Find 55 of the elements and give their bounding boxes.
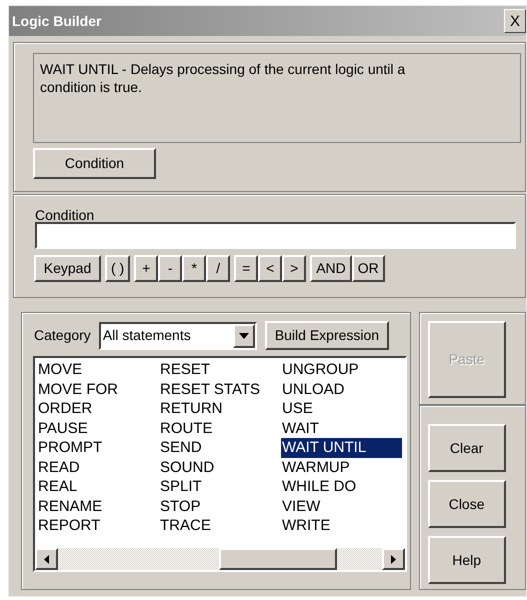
statement-item[interactable]: REPORT — [37, 516, 100, 536]
keypad-key[interactable]: - — [158, 255, 182, 282]
keypad-key[interactable]: AND — [310, 255, 352, 282]
statement-item[interactable]: READ — [37, 458, 80, 477]
condition-field[interactable] — [35, 222, 516, 249]
scroll-right-icon[interactable] — [382, 548, 405, 570]
condition-button[interactable]: Condition — [33, 148, 156, 179]
statement-item[interactable]: ORDER — [37, 399, 92, 418]
statement-item[interactable]: PAUSE — [37, 418, 88, 438]
statement-item[interactable]: WRITE — [281, 516, 330, 536]
statement-item[interactable]: UNGROUP — [281, 360, 359, 380]
category-label: Category — [34, 326, 91, 345]
statement-item[interactable]: VIEW — [281, 496, 320, 516]
condition-label: Condition — [35, 206, 96, 222]
keypad-key[interactable]: < — [258, 255, 282, 282]
statement-item[interactable]: RENAME — [37, 496, 102, 516]
category-dropdown[interactable]: All statements — [98, 322, 257, 350]
statement-item[interactable]: WHILE DO — [281, 477, 356, 496]
keypad-key[interactable]: OR — [352, 255, 385, 282]
statement-item[interactable]: RESET STATS — [159, 380, 260, 399]
action-button[interactable]: Clear — [428, 424, 506, 472]
statement-item[interactable]: SPLIT — [159, 477, 202, 496]
statement-item[interactable]: MOVE FOR — [37, 380, 118, 399]
statement-item[interactable]: SOUND — [159, 458, 214, 477]
statement-item[interactable]: WAIT — [281, 418, 319, 438]
keypad-key[interactable]: * — [182, 255, 206, 282]
statement-item[interactable]: UNLOAD — [281, 380, 345, 399]
statement-item[interactable]: ROUTE — [159, 418, 212, 438]
statement-item[interactable]: SEND — [159, 438, 202, 458]
category-value: All statements — [102, 326, 191, 345]
statement-item[interactable]: REAL — [37, 477, 78, 496]
action-button[interactable]: Close — [428, 480, 506, 528]
statement-item[interactable]: WARMUP — [281, 458, 350, 477]
statement-item[interactable]: MOVE — [37, 360, 82, 380]
horizontal-scrollbar[interactable] — [35, 548, 405, 570]
keypad-key[interactable]: Keypad — [34, 255, 101, 282]
statement-item[interactable]: USE — [281, 399, 313, 418]
scrollbar-thumb[interactable] — [219, 548, 337, 570]
action-button[interactable]: Help — [428, 536, 506, 584]
keypad-key[interactable]: / — [206, 255, 230, 282]
keypad-key[interactable]: ( ) — [105, 255, 130, 282]
scroll-left-icon[interactable] — [35, 548, 58, 570]
statement-item[interactable]: RETURN — [159, 399, 222, 418]
keypad-key[interactable]: + — [134, 255, 158, 282]
statement-item[interactable]: TRACE — [159, 516, 211, 536]
statement-item[interactable]: STOP — [159, 496, 201, 516]
statement-item[interactable]: PROMPT — [37, 438, 102, 458]
statement-item[interactable]: RESET — [159, 360, 210, 380]
statement-item[interactable]: WAIT UNTIL — [281, 438, 402, 458]
keypad-key[interactable]: > — [282, 255, 306, 282]
window-close-button[interactable]: X — [504, 9, 526, 33]
keypad-key[interactable]: = — [234, 255, 258, 282]
description-text: WAIT UNTIL - Delays processing of the current logic until a condition is true. — [33, 53, 521, 143]
window-title: Logic Builder — [12, 12, 102, 31]
build-expression-button[interactable]: Build Expression — [264, 321, 390, 350]
